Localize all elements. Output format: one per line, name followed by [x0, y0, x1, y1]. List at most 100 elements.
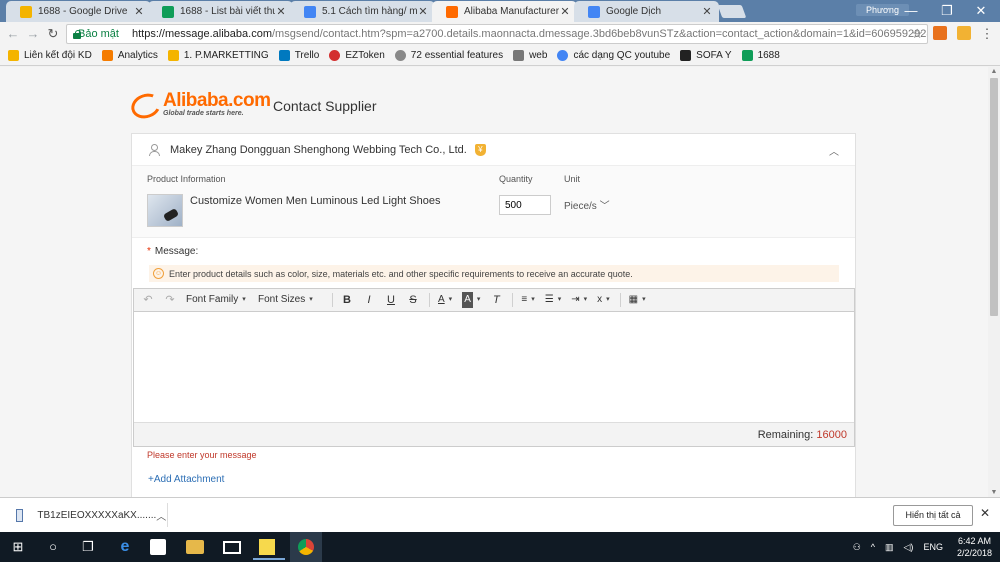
- remaining-count: 16000: [816, 429, 847, 441]
- quantity-input[interactable]: [499, 195, 551, 215]
- bookmark-item[interactable]: web: [513, 50, 547, 61]
- back-button[interactable]: ←: [4, 25, 22, 43]
- google-drive-icon: [167, 50, 179, 61]
- bookmark-item[interactable]: 1688: [741, 50, 780, 61]
- align-icon: ≡: [521, 294, 528, 305]
- close-icon[interactable]: ✕: [417, 5, 429, 18]
- quantity-label: Quantity: [499, 174, 533, 184]
- indent-button[interactable]: ⇥ ▾: [569, 292, 589, 308]
- page-scrollbar[interactable]: ▲ ▼: [988, 67, 1000, 497]
- chevron-up-icon[interactable]: ︿: [156, 508, 167, 523]
- edge-icon[interactable]: e: [115, 537, 135, 557]
- volume-icon[interactable]: ◁): [904, 542, 914, 553]
- tab-google-drive[interactable]: 1688 - Google Drive ✕: [6, 1, 151, 22]
- close-icon[interactable]: ✕: [133, 5, 145, 18]
- subscript-button[interactable]: x ▾: [595, 292, 612, 308]
- extension-badge-icon[interactable]: [957, 26, 971, 40]
- tab-google-translate[interactable]: Google Dịch ✕: [574, 1, 719, 22]
- download-item[interactable]: TB1zEIEOXXXXXaKX....... ︿: [10, 503, 168, 527]
- cortana-search-icon[interactable]: ○: [43, 537, 63, 557]
- windows-start-icon[interactable]: ⊞: [8, 537, 28, 557]
- close-icon[interactable]: ✕: [559, 5, 571, 18]
- underline-icon[interactable]: U: [383, 292, 399, 308]
- user-icon: [148, 143, 160, 156]
- reload-button[interactable]: ↻: [44, 25, 62, 43]
- show-all-button[interactable]: Hiển thị tất cả: [893, 505, 973, 526]
- clock[interactable]: 6:42 AM 2/2/2018: [957, 535, 992, 559]
- store-icon[interactable]: [150, 539, 166, 555]
- bookmark-item[interactable]: Analytics: [101, 50, 158, 61]
- address-bar[interactable]: Bảo mật https://message.alibaba.com/msgs…: [66, 24, 928, 44]
- extension-chart-icon[interactable]: [933, 26, 947, 40]
- minimize-button[interactable]: —: [896, 2, 926, 20]
- file-explorer-icon[interactable]: [186, 540, 204, 554]
- list-icon: ☰: [544, 294, 554, 305]
- sticky-notes-icon[interactable]: [253, 539, 285, 560]
- tab-alibaba[interactable]: Alibaba Manufacturer Dir ✕: [432, 1, 577, 22]
- redo-icon[interactable]: ↷: [162, 292, 178, 308]
- bookmark-item[interactable]: EZToken: [329, 50, 385, 61]
- undo-icon[interactable]: ↶: [140, 292, 156, 308]
- browser-toolbar: ← → ↻ Bảo mật https://message.alibaba.co…: [0, 22, 1000, 46]
- close-icon[interactable]: ✕: [980, 506, 990, 520]
- close-icon[interactable]: ✕: [275, 5, 287, 18]
- windows-taskbar: ⊞ ○ ❐ e ⚇ ^ ▥ ◁) ENG 6:42 AM 2/2/2018: [0, 532, 1000, 562]
- subscript-icon: x: [597, 294, 603, 305]
- strikethrough-icon[interactable]: S: [405, 292, 421, 308]
- list-button[interactable]: ☰ ▾: [543, 292, 563, 308]
- alibaba-icon: [446, 5, 458, 18]
- mail-icon[interactable]: [223, 541, 241, 554]
- toolbar-divider: [619, 293, 621, 307]
- remaining-label: Remaining:: [757, 429, 814, 441]
- new-tab-button[interactable]: [717, 5, 747, 18]
- close-icon[interactable]: ✕: [701, 5, 713, 18]
- bookmark-item[interactable]: các dạng QC youtube: [557, 50, 670, 61]
- bookmark-item[interactable]: Trello: [278, 50, 319, 61]
- product-information: Product Information Quantity Unit Custom…: [132, 166, 855, 238]
- text-color-button[interactable]: A ▾: [436, 292, 454, 308]
- tab-google-docs[interactable]: 5.1 Cách tìm hàng/ mua ✕: [290, 1, 435, 22]
- alibaba-logo[interactable]: Alibaba.com Global trade starts here.: [127, 89, 271, 123]
- bold-icon[interactable]: B: [339, 292, 355, 308]
- chrome-taskbar-item[interactable]: [290, 532, 322, 562]
- clock-date: 2/2/2018: [956, 548, 992, 558]
- bookmark-item[interactable]: SOFA Y: [680, 50, 732, 61]
- caret-down-icon: ▾: [242, 296, 246, 303]
- chevron-up-icon[interactable]: ︿: [829, 143, 839, 158]
- background-color-icon: A: [462, 292, 473, 308]
- bookmark-item[interactable]: 72 essential features: [394, 50, 503, 61]
- google-translate-icon: [588, 5, 600, 18]
- task-view-icon[interactable]: ❐: [78, 537, 98, 557]
- toolbar-divider: [512, 293, 514, 307]
- background-color-button[interactable]: A ▾: [460, 292, 482, 308]
- italic-icon[interactable]: I: [361, 292, 377, 308]
- add-attachment-link[interactable]: +Add Attachment: [148, 474, 224, 485]
- table-button[interactable]: ▦ ▾: [627, 292, 648, 308]
- bookmark-item[interactable]: 1. P.MARKETTING: [167, 50, 269, 61]
- align-button[interactable]: ≡ ▾: [519, 292, 536, 308]
- clear-format-icon[interactable]: T: [488, 292, 504, 308]
- bookmark-star-icon[interactable]: ☆: [911, 26, 923, 42]
- scroll-down-icon[interactable]: ▼: [990, 489, 998, 496]
- chevron-up-icon[interactable]: ^: [871, 542, 875, 552]
- table-icon: ▦: [628, 294, 639, 305]
- language-indicator[interactable]: ENG: [923, 542, 943, 552]
- menu-icon[interactable]: ⋮: [978, 25, 996, 43]
- people-icon[interactable]: ⚇: [853, 542, 861, 553]
- font-sizes-select[interactable]: Font Sizes ▾: [256, 292, 324, 308]
- bookmark-item[interactable]: Liên kết đội KD: [8, 50, 92, 61]
- font-family-select[interactable]: Font Family ▾: [184, 292, 250, 308]
- scroll-up-icon[interactable]: ▲: [990, 68, 998, 75]
- network-icon[interactable]: ▥: [885, 542, 894, 553]
- unit-label: Unit: [564, 174, 581, 184]
- scrollbar-thumb[interactable]: [990, 78, 998, 316]
- unit-select[interactable]: Piece/s ﹀: [564, 197, 610, 212]
- file-icon: [16, 508, 24, 522]
- restore-button[interactable]: ❐: [932, 2, 962, 20]
- browser-tab-strip: 1688 - Google Drive ✕ 1688 - List bài vi…: [0, 0, 1000, 22]
- message-textarea[interactable]: [134, 312, 854, 422]
- google-sheets-icon: [162, 5, 174, 18]
- close-window-button[interactable]: ✕: [966, 2, 996, 20]
- tab-google-sheets[interactable]: 1688 - List bài viết thuê ng ✕: [148, 1, 293, 22]
- forward-button[interactable]: →: [24, 25, 42, 43]
